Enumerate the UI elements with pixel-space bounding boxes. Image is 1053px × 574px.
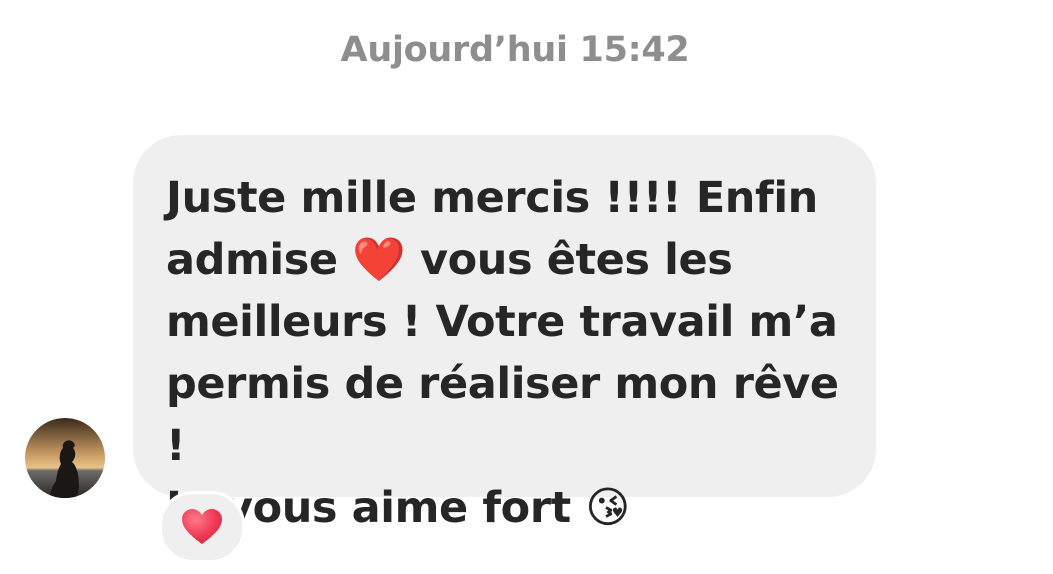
message-timestamp: Aujourd’hui 15:42 <box>340 30 690 70</box>
red-heart-icon <box>182 509 222 544</box>
sender-avatar[interactable] <box>25 418 105 498</box>
message-text: Juste mille mercis !!!! Enfin admise ❤️ … <box>166 173 839 533</box>
message-bubble[interactable]: Juste mille mercis !!!! Enfin admise ❤️ … <box>133 135 876 533</box>
avatar-photo-icon <box>25 418 105 498</box>
reaction-badge[interactable] <box>159 491 245 563</box>
